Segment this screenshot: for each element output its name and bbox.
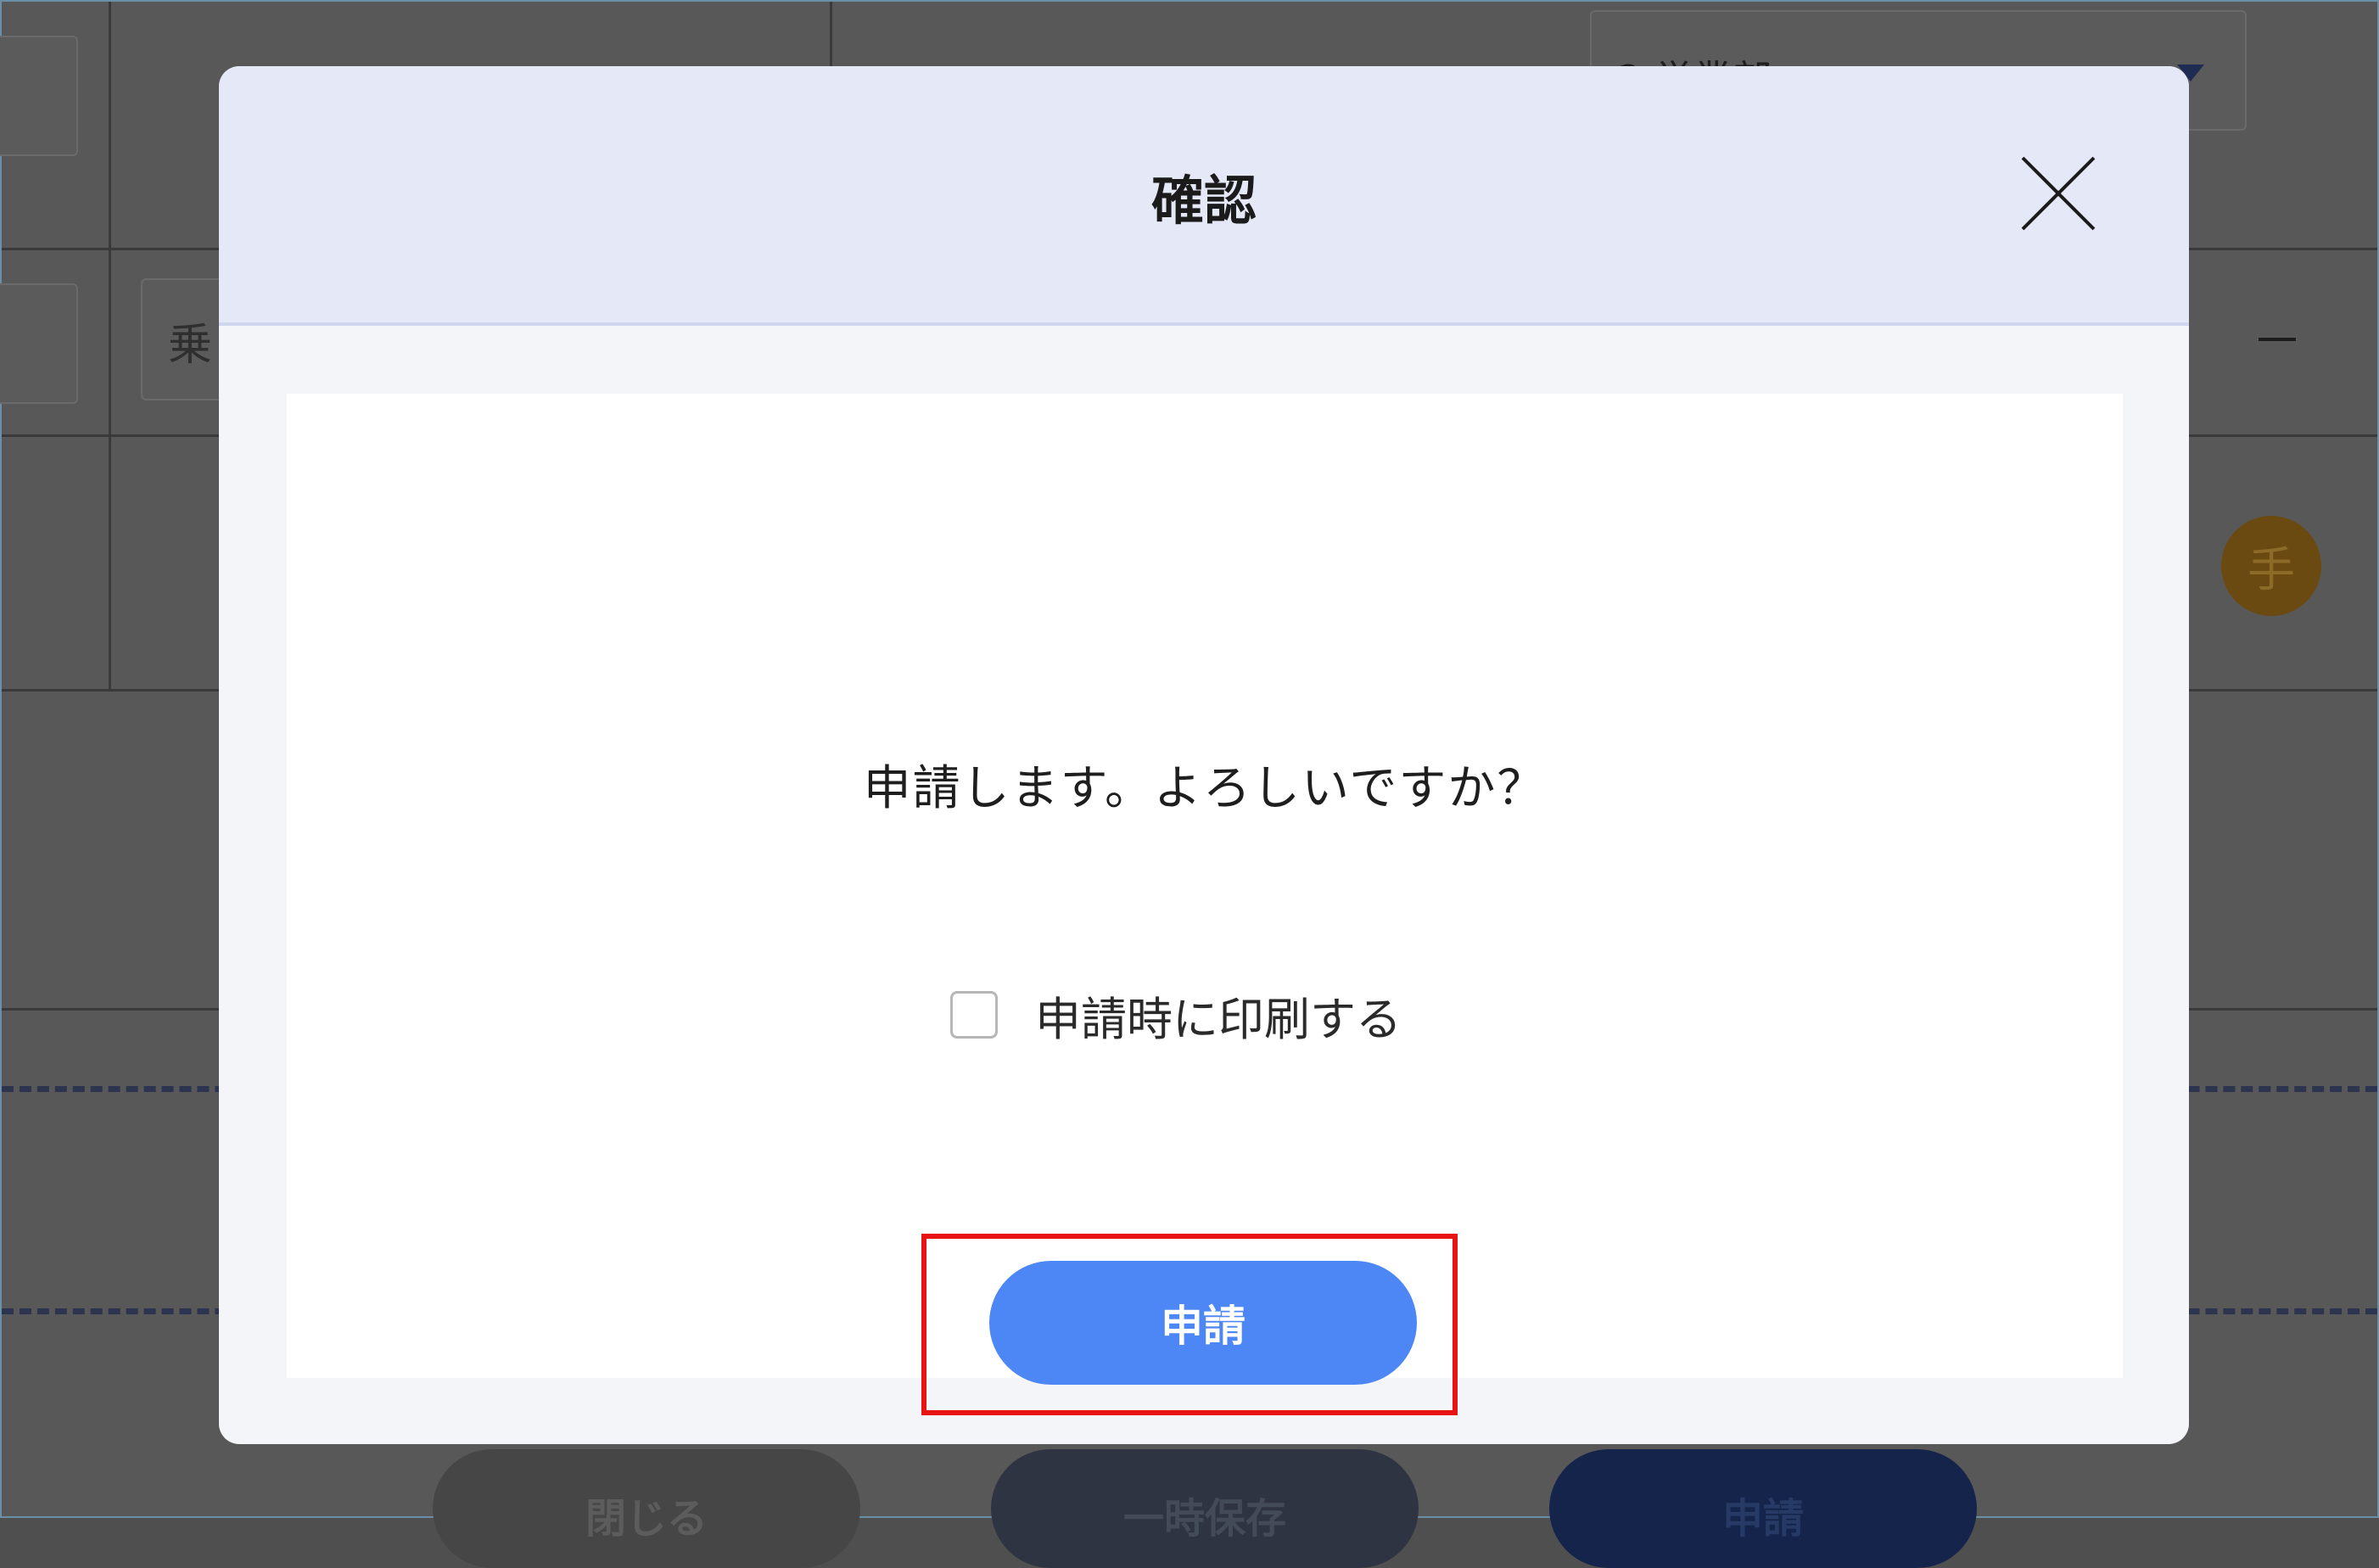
close-button-background: 閉じる [433,1449,860,1568]
minus-icon [2259,338,2296,341]
dialog-header: 確認 [219,66,2189,326]
print-on-apply-label: 申請時に印刷する [1035,992,1402,1046]
print-on-apply-checkbox[interactable] [950,991,998,1039]
divider [109,2,111,689]
apply-button-background: 申請 [1549,1449,1977,1568]
avatar: 手 [2221,516,2321,616]
confirm-message: 申請します。よろしいですか？ [863,761,1547,816]
ride-field-text: 乗 [168,320,213,371]
print-on-apply-option[interactable]: 申請時に印刷する [950,986,1402,1046]
highlight-box [921,1234,1458,1415]
background-field [0,36,78,156]
background-field [0,283,78,404]
close-icon[interactable] [2018,153,2099,234]
save-draft-button-background: 一時保存 [991,1449,1419,1568]
dialog-title: 確認 [1150,170,1257,232]
dialog-body: 申請します。よろしいですか？ 申請時に印刷する [287,394,2123,1378]
